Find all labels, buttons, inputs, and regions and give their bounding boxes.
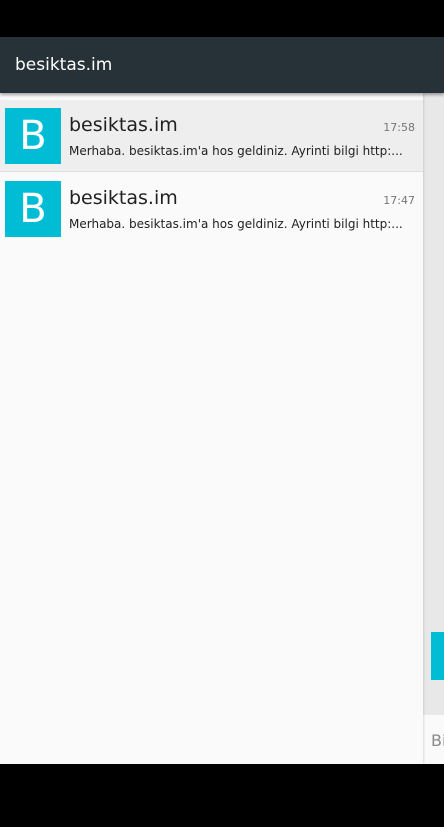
status-bar [0,0,444,37]
conversation-item[interactable]: B besiktas.im 17:58 Merhaba. besiktas.im… [0,100,423,172]
conversation-sender: besiktas.im [69,187,178,209]
conversation-sender: besiktas.im [69,114,178,136]
app-title: besiktas.im [15,55,113,75]
item-divider [0,171,423,172]
content-area: Bi B besiktas.im 17:58 Merhaba. besiktas… [0,93,444,764]
conversation-list: B besiktas.im 17:58 Merhaba. besiktas.im… [0,93,423,764]
conversation-time: 17:58 [383,121,415,134]
conversation-preview: Merhaba. besiktas.im'a hos geldiniz. Ayr… [69,217,403,231]
navigation-bar [0,764,444,827]
app-bar: besiktas.im [0,37,444,93]
background-screen-button [431,632,444,680]
avatar: B [5,181,61,237]
conversation-time: 17:47 [383,194,415,207]
background-screen-text: Bi [431,731,444,750]
background-screen-panel [423,93,444,715]
conversation-item[interactable]: B besiktas.im 17:47 Merhaba. besiktas.im… [0,173,423,245]
conversation-preview: Merhaba. besiktas.im'a hos geldiniz. Ayr… [69,144,403,158]
avatar: B [5,108,61,164]
